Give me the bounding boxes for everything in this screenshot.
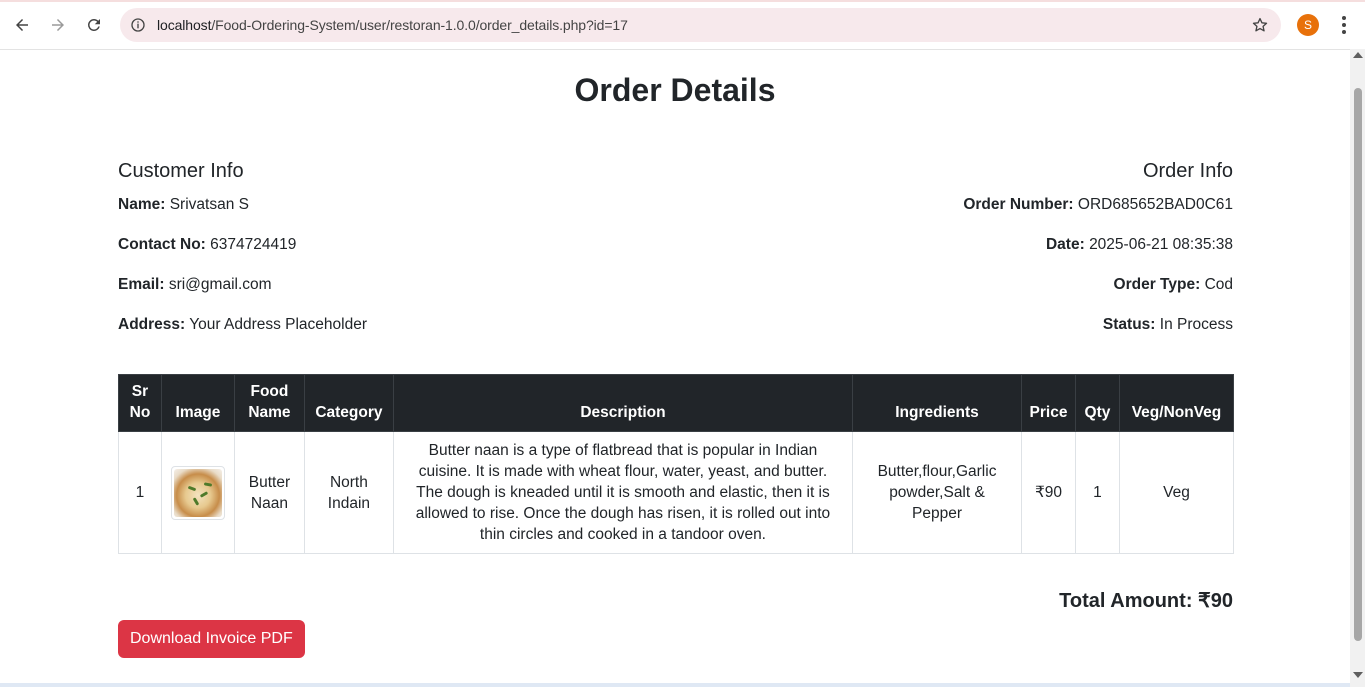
download-invoice-button[interactable]: Download Invoice PDF xyxy=(118,620,305,658)
header-food-line2: Name xyxy=(248,404,291,421)
table-header-row: Sr No Image Food Name Category Description… xyxy=(118,374,1235,432)
header-sr-line2: No xyxy=(129,404,151,421)
header-food-name: Food Name xyxy=(233,374,305,432)
header-ingredients: Ingredients xyxy=(852,374,1022,432)
header-description: Description xyxy=(392,374,854,432)
total-amount: Total Amount: ₹90 xyxy=(1059,590,1233,612)
header-sr-line1: Sr xyxy=(131,383,149,400)
order-type-label: Order Type: xyxy=(1113,276,1201,293)
kebab-menu-icon[interactable] xyxy=(1334,14,1354,36)
arrow-right-icon xyxy=(52,19,64,31)
order-status-value: In Process xyxy=(1159,316,1233,333)
url-text[interactable]: localhost/Food-Ordering-System/user/rest… xyxy=(157,17,628,33)
header-image: Image xyxy=(160,374,235,432)
reload-icon xyxy=(87,18,100,31)
customer-contact-value: 6374724419 xyxy=(210,236,297,253)
browser-toolbar: localhost/Food-Ordering-System/user/rest… xyxy=(0,0,1365,50)
profile-avatar[interactable]: S xyxy=(1297,14,1319,36)
customer-email-row: Email: sri@gmail.com xyxy=(118,274,618,296)
food-thumbnail xyxy=(170,465,225,520)
page-title: Order Details xyxy=(574,72,776,108)
table-row: 1 Butter Naan North Indain Butter naan is … xyxy=(118,431,1235,554)
order-number-row: Order Number: ORD685652BAD0C61 xyxy=(733,194,1233,216)
order-number-label: Order Number: xyxy=(963,196,1074,213)
header-category: Category xyxy=(303,374,394,432)
customer-info-heading: Customer Info xyxy=(118,160,244,182)
order-date-label: Date: xyxy=(1045,236,1085,253)
customer-contact-label: Contact No: xyxy=(118,236,206,253)
customer-info-section: Customer Info Name: Srivatsan S Contact … xyxy=(118,158,618,354)
cell-food-name: Butter Naan xyxy=(233,431,305,554)
order-status-row: Status: In Process xyxy=(733,314,1233,336)
url-host: localhost xyxy=(157,17,212,33)
order-number-value: ORD685652BAD0C61 xyxy=(1077,196,1233,213)
cell-qty: 1 xyxy=(1074,431,1120,554)
header-food-line1: Food xyxy=(250,383,289,400)
order-type-value: Cod xyxy=(1204,276,1233,293)
butter-naan-image xyxy=(173,468,222,517)
customer-address-row: Address: Your Address Placeholder xyxy=(118,314,618,336)
site-info-icon[interactable] xyxy=(130,17,146,33)
customer-contact-row: Contact No: 6374724419 xyxy=(118,234,618,256)
header-qty: Qty xyxy=(1074,374,1120,432)
order-date-row: Date: 2025-06-21 08:35:38 xyxy=(733,234,1233,256)
cell-sr-no: 1 xyxy=(118,431,162,554)
customer-name-label: Name: xyxy=(118,196,166,213)
cell-veg-nonveg: Veg xyxy=(1118,431,1235,554)
tab-strip-edge xyxy=(0,0,1365,2)
bookmark-star-icon[interactable] xyxy=(1251,16,1269,34)
cell-category: North Indain xyxy=(303,431,394,554)
bottom-edge xyxy=(0,683,1350,687)
order-info-heading: Order Info xyxy=(1142,160,1233,182)
reload-button[interactable] xyxy=(81,12,107,38)
order-date-value: 2025-06-21 08:35:38 xyxy=(1089,236,1233,253)
order-info-section: Order Info Order Number: ORD685652BAD0C6… xyxy=(733,158,1233,354)
cell-image xyxy=(160,431,235,554)
customer-address-value: Your Address Placeholder xyxy=(189,316,368,333)
cell-description: Butter naan is a type of flatbread that … xyxy=(392,431,854,554)
customer-name-value: Srivatsan S xyxy=(169,196,249,213)
customer-address-label: Address: xyxy=(118,316,186,333)
category-line2: Indain xyxy=(327,494,371,512)
cell-price: ₹90 xyxy=(1021,431,1076,554)
category-line1: North xyxy=(329,473,368,491)
url-path: /Food-Ordering-System/user/restoran-1.0.… xyxy=(211,17,628,33)
customer-name-row: Name: Srivatsan S xyxy=(118,194,618,216)
order-type-row: Order Type: Cod xyxy=(733,274,1233,296)
customer-email-label: Email: xyxy=(118,276,165,293)
header-sr-no: Sr No xyxy=(118,374,162,432)
food-name-line2: Naan xyxy=(250,494,288,512)
header-price: Price xyxy=(1021,374,1076,432)
scroll-up-arrow-icon[interactable] xyxy=(1353,52,1363,58)
arrow-left-icon xyxy=(16,19,28,31)
customer-email-value: sri@gmail.com xyxy=(168,276,272,293)
forward-button[interactable] xyxy=(45,12,71,38)
cell-ingredients: Butter,flour,Garlic powder,Salt & Pepper xyxy=(852,431,1022,554)
address-bar[interactable]: localhost/Food-Ordering-System/user/rest… xyxy=(120,8,1281,42)
header-veg-nonveg: Veg/NonVeg xyxy=(1118,374,1235,432)
food-name-line1: Butter xyxy=(248,473,291,491)
order-status-label: Status: xyxy=(1102,316,1156,333)
scroll-down-arrow-icon[interactable] xyxy=(1353,672,1363,678)
scrollbar-thumb[interactable] xyxy=(1354,88,1362,641)
order-items-table: Sr No Image Food Name Category Description… xyxy=(118,374,1235,554)
back-button[interactable] xyxy=(9,12,35,38)
